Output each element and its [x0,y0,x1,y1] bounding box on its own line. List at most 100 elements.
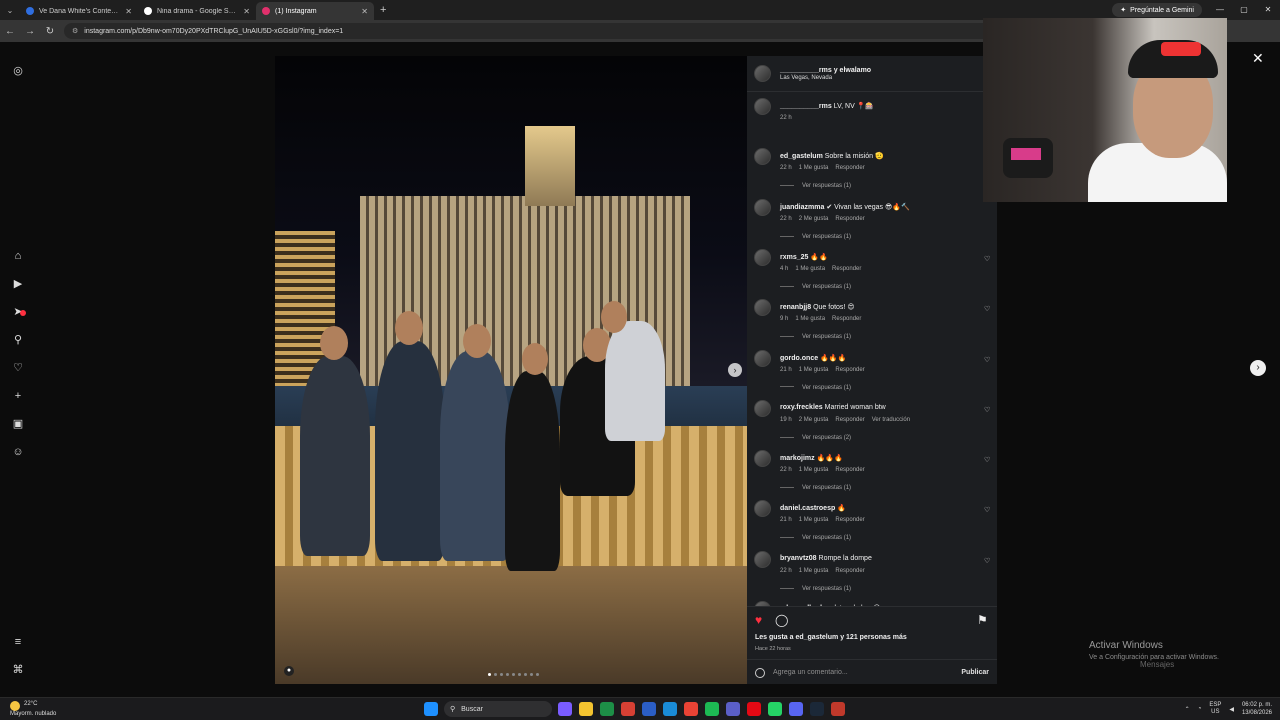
comment-icon[interactable]: ◯ [775,613,788,627]
notifications-heart-icon[interactable]: ♡ [11,361,25,375]
chrome-icon[interactable] [684,702,698,716]
commenter-avatar[interactable] [754,198,771,216]
save-bookmark-icon[interactable]: ⚑ [977,613,988,627]
start-icon[interactable] [424,702,438,716]
view-replies-button[interactable]: Ver respuestas (2) [780,435,851,441]
steam-icon[interactable] [810,702,824,716]
excel-icon[interactable] [600,702,614,716]
commenter-username[interactable]: gordo.once [780,355,818,362]
tray-chevron-icon[interactable]: ⌃ [1185,706,1190,713]
discord-icon[interactable] [789,702,803,716]
minimize-icon[interactable]: — [1208,0,1232,20]
profile-icon[interactable]: ☺ [11,445,25,459]
commenter-avatar[interactable] [754,349,771,367]
commenter-avatar[interactable] [754,299,771,317]
comment-reply-button[interactable]: Responder [835,517,864,523]
next-post-icon[interactable]: › [1250,360,1266,376]
maximize-icon[interactable]: ▢ [1232,0,1256,20]
comment-reply-button[interactable]: Responder [832,316,861,322]
comment-reply-button[interactable]: Responder [832,266,861,272]
view-replies-button[interactable]: Ver respuestas (1) [780,485,851,491]
commenter-username[interactable]: bryanvtz08 [780,555,817,562]
file-explorer-icon[interactable] [579,702,593,716]
gemini-button[interactable]: ✦ Pregúntale a Gemini [1112,3,1202,17]
image-next-icon[interactable]: › [728,363,742,377]
instagram-logo-icon[interactable]: ◎ [11,64,25,78]
dashboard-icon[interactable]: ▣ [11,417,25,431]
commenter-avatar[interactable] [754,550,771,568]
obs-icon[interactable] [831,702,845,716]
comment-likes[interactable]: 1 Me gusta [799,517,829,523]
commenter-username[interactable]: roxy.freckles [780,404,823,411]
edge-icon[interactable] [663,702,677,716]
commenter-avatar[interactable] [754,148,771,166]
comment-reply-button[interactable]: Responder [835,216,864,222]
volume-icon[interactable]: ◀ [1229,706,1234,713]
emoji-icon[interactable] [755,667,765,678]
home-icon[interactable]: ⌂ [11,249,25,263]
menu-icon[interactable]: ≡ [11,635,25,649]
commenter-avatar[interactable] [754,450,771,468]
close-window-icon[interactable]: ✕ [1256,0,1280,20]
wifi-icon[interactable]: ◔ [1198,706,1202,712]
comment-likes[interactable]: 2 Me gusta [799,216,829,222]
commenter-avatar[interactable] [754,500,771,518]
site-info-icon[interactable]: ⚙ [72,27,78,35]
commenter-avatar[interactable] [754,399,771,417]
commenter-username[interactable]: juandiazmma [780,204,824,211]
teams-icon[interactable] [726,702,740,716]
browser-tab[interactable]: Ve Dana White's Contender Se ✕ [20,2,138,20]
weather-widget[interactable]: 22°C Mayorm. nublado [10,701,56,718]
comment-like-heart-icon[interactable]: ♡ [984,255,990,263]
threads-icon[interactable]: ⌘ [11,663,25,677]
publish-button[interactable]: Publicar [961,669,989,676]
comment-translate-button[interactable]: Ver traducción [872,417,910,423]
create-icon[interactable]: + [11,389,25,403]
comment-reply-button[interactable]: Responder [835,367,864,373]
commenter-username[interactable]: renanbjj8 [780,304,811,311]
view-replies-button[interactable]: Ver respuestas (1) [780,183,851,189]
spotify-icon[interactable] [705,702,719,716]
search-icon[interactable]: ⚲ [11,333,25,347]
reload-icon[interactable]: ↻ [44,26,56,37]
comment-like-heart-icon[interactable]: ♡ [984,356,990,364]
language-indicator[interactable]: ESP US [1209,702,1221,716]
likes-summary[interactable]: Les gusta a ed_gastelum y 121 personas m… [755,634,907,641]
messages-label[interactable]: Mensajes [1140,660,1174,669]
word-icon[interactable] [642,702,656,716]
close-modal-icon[interactable]: ✕ [1252,50,1264,67]
comment-like-heart-icon[interactable]: ♡ [984,506,990,514]
comments-list[interactable]: __________rms LV, NV 📍🎰 22 h ed_gastelum S… [747,92,997,606]
back-icon[interactable]: ← [4,26,16,37]
commenter-username[interactable]: ed_gastelum [780,153,823,160]
browser-tab[interactable]: (1) Instagram ✕ [256,2,374,20]
tab-close-icon[interactable]: ✕ [125,7,132,16]
view-replies-button[interactable]: Ver respuestas (1) [780,385,851,391]
netflix-icon[interactable] [747,702,761,716]
powerpoint-icon[interactable] [621,702,635,716]
commenter-username[interactable]: markojimz [780,455,815,462]
comment-likes[interactable]: 1 Me gusta [799,367,829,373]
forward-icon[interactable]: → [24,26,36,37]
comment-input[interactable]: Agrega un comentario... [773,669,848,676]
commenter-avatar[interactable] [754,98,771,115]
comment-likes[interactable]: 1 Me gusta [795,316,825,322]
comment-like-heart-icon[interactable]: ♡ [984,406,990,414]
reels-icon[interactable]: ▶ [11,277,25,291]
browser-tab[interactable]: Nina drama - Google Search ✕ [138,2,256,20]
comment-like-heart-icon[interactable]: ♡ [984,305,990,313]
copilot-icon[interactable] [558,702,572,716]
commenter-username[interactable]: rxms_25 [780,254,808,261]
comment-like-heart-icon[interactable]: ♡ [984,456,990,464]
view-replies-button[interactable]: Ver respuestas (1) [780,334,851,340]
tab-close-icon[interactable]: ✕ [243,7,250,16]
comment-likes[interactable]: 1 Me gusta [799,467,829,473]
comment-reply-button[interactable]: Responder [835,165,864,171]
taskbar-search[interactable]: ⚲ Buscar [444,701,552,717]
post-location[interactable]: Las Vegas, Nevada [780,75,871,81]
comment-likes[interactable]: 2 Me gusta [799,417,829,423]
comment-like-heart-icon[interactable]: ♡ [984,557,990,565]
commenter-username[interactable]: daniel.castroesp [780,505,835,512]
comment-reply-button[interactable]: Responder [835,467,864,473]
view-replies-button[interactable]: Ver respuestas (1) [780,284,851,290]
